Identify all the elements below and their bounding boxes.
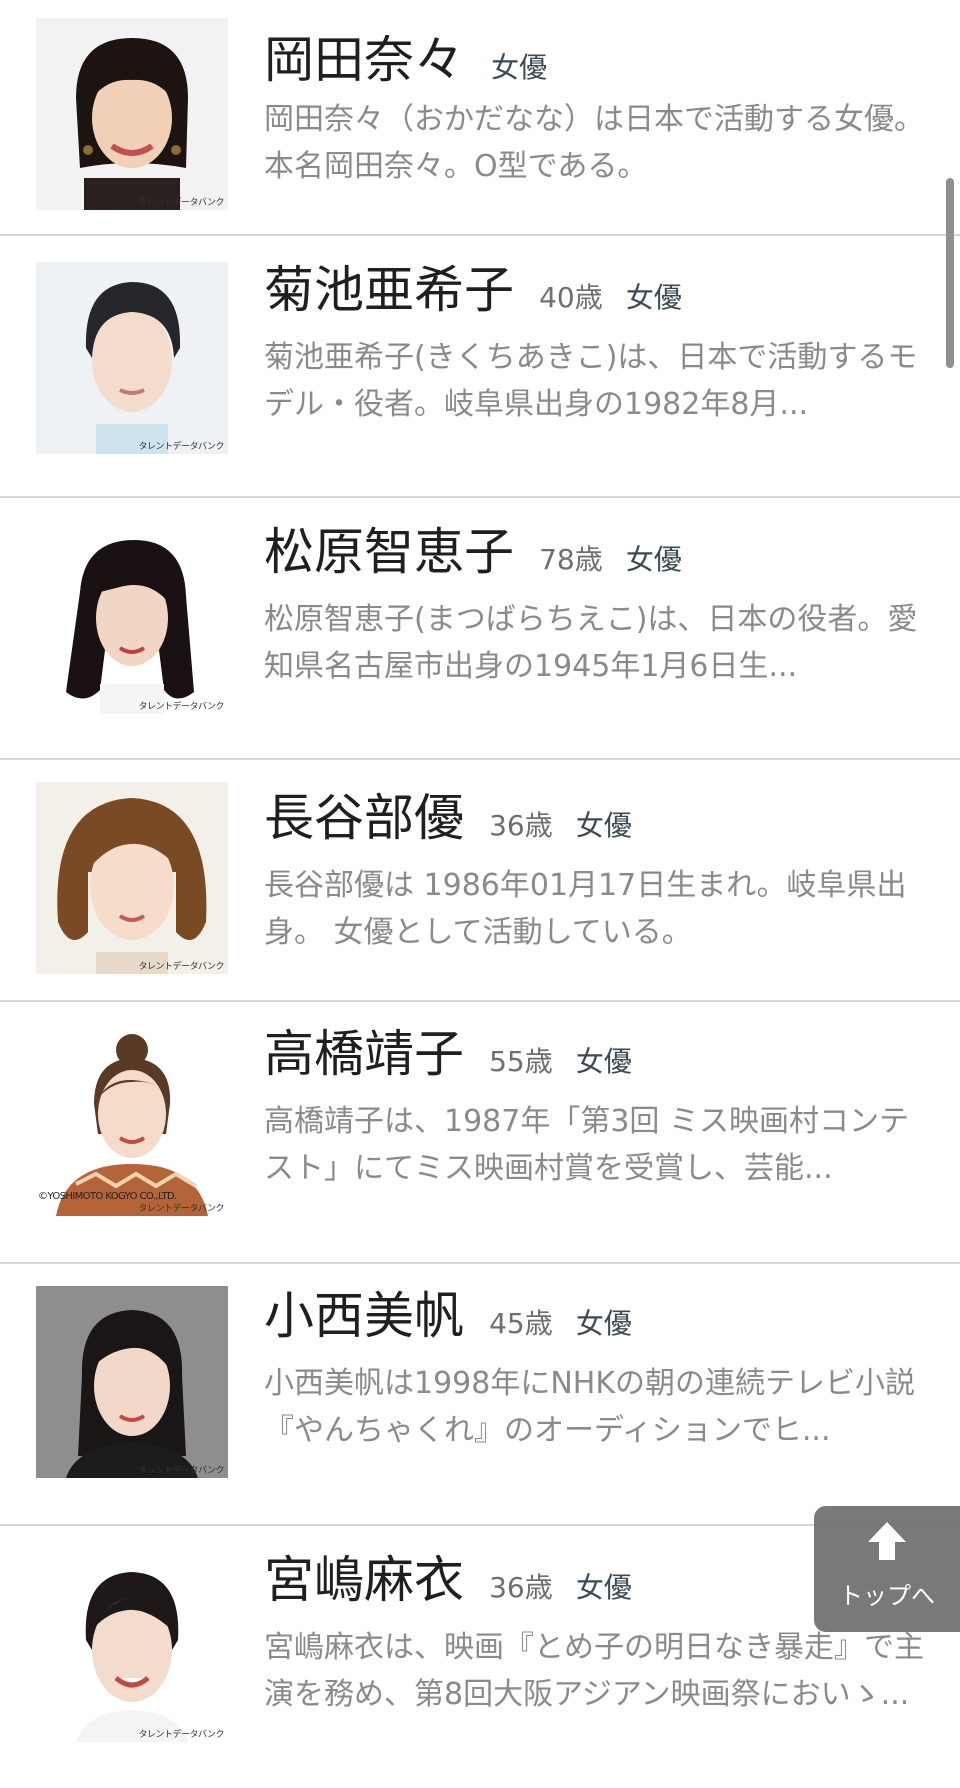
description: 松原智恵子(まつばらちえこ)は、日本の役者。愛知県名古屋市出身の1945年1月6… — [264, 602, 918, 684]
occupation-label: 女優 — [625, 543, 682, 576]
age-label: 78歳 — [539, 543, 603, 576]
title-row: 岡田奈々 女優 — [264, 30, 924, 90]
occupation-label: 女優 — [575, 1045, 632, 1078]
profile-photo[interactable]: タレントデータバンク — [36, 18, 228, 210]
actress-name[interactable]: 松原智恵子 — [264, 523, 514, 581]
list-item[interactable]: タレントデータバンク 小西美帆 45歳 女優 小西美帆は1998年にNHKの朝の… — [0, 1264, 960, 1526]
back-to-top-label: トップへ — [839, 1582, 935, 1610]
photo-credit: タレントデータバンク — [138, 702, 225, 712]
occupation-label: 女優 — [575, 809, 632, 842]
description: 菊池亜希子(きくちあきこ)は、日本で活動するモデル・役者。岐阜県出身の1982年… — [264, 340, 918, 422]
photo-credit: タレントデータバンク — [138, 962, 225, 972]
title-row: 長谷部優 36歳 女優 — [264, 788, 924, 848]
item-info: 岡田奈々 女優 岡田奈々（おかだなな）は日本で活動する女優。本名岡田奈々。O型で… — [264, 30, 924, 190]
occupation-label: 女優 — [625, 281, 682, 314]
list-item[interactable]: タレントデータバンク 菊池亜希子 40歳 女優 菊池亜希子(きくちあきこ)は、日… — [0, 236, 960, 498]
arrow-up-icon — [868, 1522, 906, 1560]
profile-photo[interactable]: タレントデータバンク — [36, 262, 228, 454]
age-label: 36歳 — [489, 809, 553, 842]
list-item[interactable]: タレントデータバンク 松原智恵子 78歳 女優 松原智恵子(まつばらちえこ)は、… — [0, 498, 960, 760]
item-info: 小西美帆 45歳 女優 小西美帆は1998年にNHKの朝の連続テレビ小説『やんち… — [264, 1286, 924, 1454]
occupation-label: 女優 — [491, 51, 548, 84]
description: 宮嶋麻衣は、映画『とめ子の明日なき暴走』で主演を務め、第8回大阪アジアン映画祭に… — [264, 1630, 924, 1712]
actress-name[interactable]: 菊池亜希子 — [264, 261, 514, 319]
profile-photo[interactable]: ©YOSHIMOTO KOGYO CO.,LTD. タレントデータバンク — [36, 1024, 228, 1216]
title-row: 松原智恵子 78歳 女優 — [264, 522, 924, 582]
photo-credit: タレントデータバンク — [138, 1730, 225, 1740]
list-item[interactable]: タレントデータバンク 長谷部優 36歳 女優 長谷部優は 1986年01月17日… — [0, 760, 960, 1002]
actress-name[interactable]: 小西美帆 — [264, 1287, 464, 1345]
age-label: 45歳 — [489, 1307, 553, 1340]
photo-credit: タレントデータバンク — [138, 442, 225, 452]
profile-photo[interactable]: タレントデータバンク — [36, 1550, 228, 1742]
back-to-top-button[interactable]: トップへ — [814, 1506, 960, 1632]
list-item[interactable]: ©YOSHIMOTO KOGYO CO.,LTD. タレントデータバンク 高橋靖… — [0, 1002, 960, 1264]
occupation-label: 女優 — [575, 1571, 632, 1604]
item-info: 高橋靖子 55歳 女優 高橋靖子は、1987年「第3回 ミス映画村コンテスト」に… — [264, 1024, 924, 1192]
description: 高橋靖子は、1987年「第3回 ミス映画村コンテスト」にてミス映画村賞を受賞し、… — [264, 1104, 909, 1186]
profile-photo[interactable]: タレントデータバンク — [36, 1286, 228, 1478]
description: 岡田奈々（おかだなな）は日本で活動する女優。本名岡田奈々。O型である。 — [264, 102, 924, 184]
description: 長谷部優は 1986年01月17日生まれ。岐阜県出身。 女優として活動している。 — [264, 868, 907, 950]
profile-photo[interactable]: タレントデータバンク — [36, 782, 228, 974]
profile-photo[interactable]: タレントデータバンク — [36, 522, 228, 714]
title-row: 高橋靖子 55歳 女優 — [264, 1024, 924, 1084]
scrollbar[interactable] — [946, 178, 954, 368]
age-label: 36歳 — [489, 1571, 553, 1604]
actress-name[interactable]: 岡田奈々 — [264, 31, 464, 89]
photo-credit: タレントデータバンク — [138, 1466, 225, 1476]
title-row: 小西美帆 45歳 女優 — [264, 1286, 924, 1346]
actress-name[interactable]: 高橋靖子 — [264, 1025, 464, 1083]
occupation-label: 女優 — [575, 1307, 632, 1340]
actress-name[interactable]: 宮嶋麻衣 — [264, 1551, 464, 1609]
age-label: 55歳 — [489, 1045, 553, 1078]
list-item[interactable]: タレントデータバンク 岡田奈々 女優 岡田奈々（おかだなな）は日本で活動する女優… — [0, 0, 960, 236]
age-label: 40歳 — [539, 281, 603, 314]
actress-name[interactable]: 長谷部優 — [264, 789, 464, 847]
item-info: 松原智恵子 78歳 女優 松原智恵子(まつばらちえこ)は、日本の役者。愛知県名古… — [264, 522, 924, 690]
description: 小西美帆は1998年にNHKの朝の連続テレビ小説『やんちゃくれ』のオーディション… — [264, 1366, 916, 1448]
title-row: 菊池亜希子 40歳 女優 — [264, 260, 924, 320]
item-info: 長谷部優 36歳 女優 長谷部優は 1986年01月17日生まれ。岐阜県出身。 … — [264, 788, 924, 956]
photo-credit: タレントデータバンク — [138, 198, 225, 208]
item-info: 菊池亜希子 40歳 女優 菊池亜希子(きくちあきこ)は、日本で活動するモデル・役… — [264, 260, 924, 428]
photo-credit: タレントデータバンク — [138, 1204, 225, 1214]
